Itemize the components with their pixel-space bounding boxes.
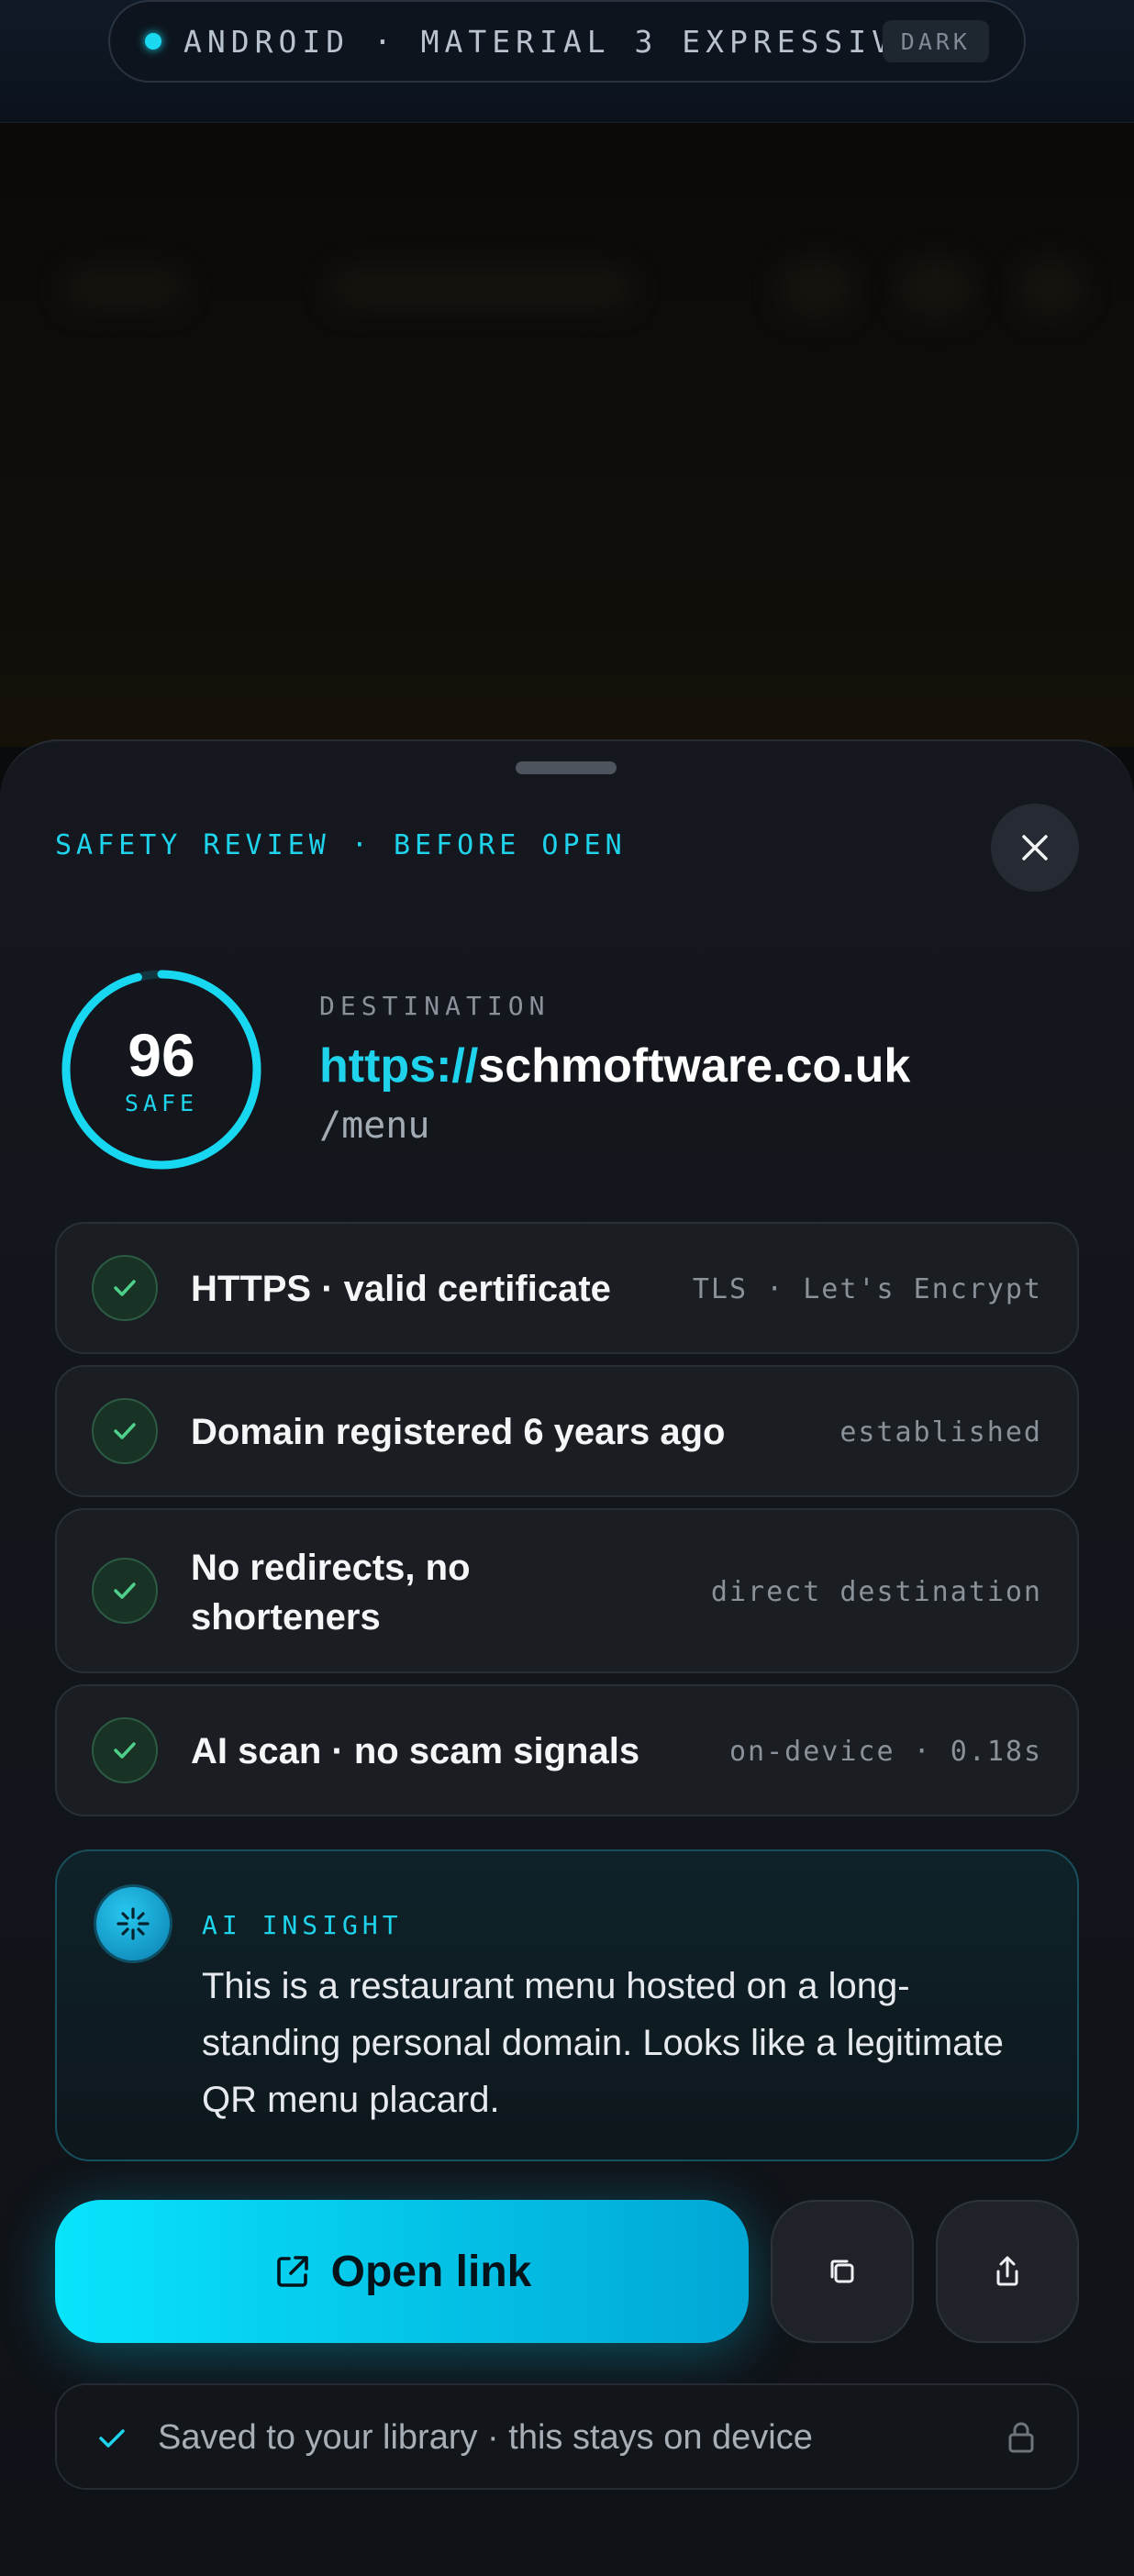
checkmark-icon bbox=[99, 2429, 125, 2448]
saved-status-text: Saved to your library · this stays on de… bbox=[158, 2418, 813, 2457]
check-row-ai-scan: AI scan · no scam signals on-device · 0.… bbox=[55, 1684, 1079, 1816]
check-row-redirects: No redirects, no shorteners direct desti… bbox=[55, 1508, 1079, 1673]
safety-review-sheet: SAFETY REVIEW · BEFORE OPEN 96 SAFE DEST… bbox=[0, 739, 1134, 2576]
external-link-icon bbox=[276, 2256, 308, 2287]
sheet-title: SAFETY REVIEW · BEFORE OPEN bbox=[55, 829, 627, 861]
status-dot-icon bbox=[145, 33, 161, 50]
check-row-domain-age: Domain registered 6 years ago establishe… bbox=[55, 1365, 1079, 1497]
share-icon bbox=[996, 2256, 1018, 2286]
safety-score-value: 96 bbox=[128, 1021, 195, 1089]
blurred-shape bbox=[64, 270, 183, 306]
check-icon bbox=[92, 1717, 158, 1783]
copy-link-button[interactable] bbox=[771, 2200, 914, 2343]
platform-pill: ANDROID · MATERIAL 3 EXPRESSIVE DARK bbox=[108, 0, 1026, 83]
blurred-shape bbox=[780, 261, 853, 316]
check-title: Domain registered 6 years ago bbox=[191, 1412, 726, 1452]
share-button[interactable] bbox=[936, 2200, 1079, 2343]
dimmed-background bbox=[0, 123, 1134, 747]
ai-insight-text: This is a restaurant menu hosted on a lo… bbox=[202, 1966, 1004, 2120]
theme-badge: DARK bbox=[882, 20, 989, 62]
check-icon bbox=[92, 1558, 158, 1624]
ai-insight-card: AI INSIGHT This is a restaurant menu hos… bbox=[55, 1849, 1079, 2161]
check-meta: established bbox=[839, 1416, 1042, 1449]
lock-icon bbox=[1008, 2422, 1034, 2453]
top-bar: ANDROID · MATERIAL 3 EXPRESSIVE DARK bbox=[0, 0, 1134, 123]
check-icon bbox=[92, 1255, 158, 1321]
drag-handle[interactable] bbox=[516, 761, 617, 774]
check-row-https: HTTPS · valid certificate TLS · Let's En… bbox=[55, 1222, 1079, 1354]
check-meta: direct destination bbox=[710, 1576, 1042, 1608]
blurred-shape bbox=[330, 270, 633, 306]
url-scheme: https:// bbox=[319, 1039, 479, 1093]
open-link-label: Open link bbox=[330, 2247, 532, 2296]
check-icon bbox=[92, 1398, 158, 1464]
platform-title: ANDROID · MATERIAL 3 EXPRESSIVE bbox=[183, 23, 919, 60]
destination-url[interactable]: https://schmoftware.co.uk bbox=[319, 1038, 910, 1094]
copy-icon bbox=[830, 2260, 854, 2283]
sparkle-icon bbox=[94, 1884, 172, 1963]
url-path: /menu bbox=[319, 1105, 430, 1147]
safety-score-label: SAFE bbox=[124, 1090, 199, 1116]
ai-insight-label: AI INSIGHT bbox=[202, 1910, 403, 1940]
destination-label: DESTINATION bbox=[319, 991, 550, 1021]
blurred-shape bbox=[899, 261, 973, 316]
check-title: AI scan · no scam signals bbox=[191, 1731, 640, 1771]
close-button[interactable] bbox=[991, 804, 1079, 892]
check-meta: TLS · Let's Encrypt bbox=[692, 1273, 1042, 1305]
check-title: HTTPS · valid certificate bbox=[191, 1269, 611, 1309]
check-meta: on-device · 0.18s bbox=[728, 1736, 1042, 1768]
check-title: No redirects, no shorteners bbox=[191, 1548, 471, 1638]
open-link-button[interactable]: Open link bbox=[55, 2200, 749, 2343]
url-host: schmoftware.co.uk bbox=[478, 1039, 911, 1093]
saved-status-bar: Saved to your library · this stays on de… bbox=[55, 2383, 1079, 2490]
blurred-shape bbox=[1018, 261, 1083, 316]
close-icon bbox=[1022, 835, 1048, 861]
